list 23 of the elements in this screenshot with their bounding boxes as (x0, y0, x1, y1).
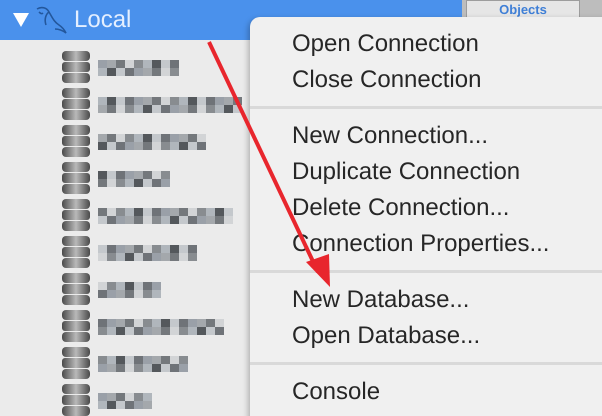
database-icon (62, 88, 90, 120)
menu-item[interactable]: Close Connection (250, 62, 602, 98)
blurred-label (98, 392, 152, 408)
database-icon (62, 310, 90, 342)
database-icon (62, 384, 90, 416)
database-icon (62, 346, 90, 378)
menu-item[interactable]: New Connection... (250, 118, 602, 154)
blurred-label (98, 282, 161, 298)
disclosure-triangle-icon[interactable] (12, 12, 30, 28)
database-icon (62, 198, 90, 230)
database-icon (62, 50, 90, 82)
database-icon (62, 162, 90, 194)
menu-item[interactable]: Console (250, 374, 602, 410)
menu-item[interactable]: Duplicate Connection (250, 154, 602, 190)
database-icon (62, 124, 90, 156)
blurred-label (98, 170, 170, 186)
dolphin-icon (34, 5, 68, 35)
menu-item[interactable]: Delete Connection... (250, 190, 602, 226)
connection-label: Local (74, 6, 132, 34)
database-icon (62, 236, 90, 268)
menu-item[interactable]: Open Database... (250, 318, 602, 354)
menu-item[interactable]: New Database... (250, 282, 602, 318)
database-icon (62, 272, 90, 304)
